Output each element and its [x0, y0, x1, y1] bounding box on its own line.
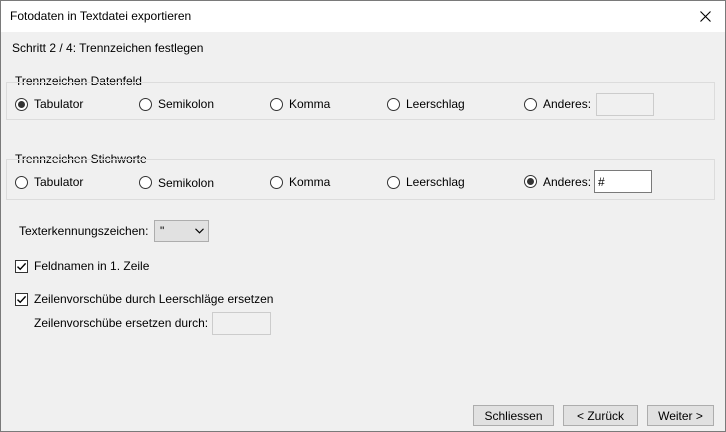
text-qualifier-label: Texterkennungszeichen:	[19, 224, 149, 238]
close-icon	[699, 11, 711, 22]
replace-line-breaks-checkbox[interactable]	[15, 293, 28, 306]
field-separator-other-input[interactable]	[596, 93, 654, 116]
keyword-separator-leerschlag-radio[interactable]	[387, 176, 400, 189]
step-label: Schritt 2 / 4: Trennzeichen festlegen	[12, 41, 204, 55]
field-separator-semikolon-radio[interactable]	[139, 98, 152, 111]
keyword-separator-leerschlag-label[interactable]: Leerschlag	[406, 175, 465, 189]
field-names-checkbox[interactable]	[15, 260, 28, 273]
export-dialog: Fotodaten in Textdatei exportieren Schri…	[0, 0, 726, 432]
dialog-content: Schritt 2 / 4: Trennzeichen festlegen Tr…	[1, 32, 725, 431]
text-qualifier-dropdown[interactable]: "	[154, 220, 209, 242]
keyword-separator-komma-label[interactable]: Komma	[289, 175, 330, 189]
field-separator-tabulator-radio[interactable]	[15, 98, 28, 111]
keyword-separator-semikolon-radio[interactable]	[139, 176, 152, 189]
replace-with-label: Zeilenvorschübe ersetzen durch:	[34, 316, 209, 330]
text-qualifier-value: "	[160, 224, 165, 238]
keyword-separator-anderes-radio[interactable]	[524, 175, 537, 188]
field-separator-leerschlag-label[interactable]: Leerschlag	[406, 97, 465, 111]
close-button[interactable]: Schliessen	[473, 405, 554, 426]
keyword-separator-tabulator-radio[interactable]	[15, 176, 28, 189]
field-separator-komma-radio[interactable]	[270, 98, 283, 111]
field-separator-komma-label[interactable]: Komma	[289, 97, 330, 111]
keyword-separator-komma-radio[interactable]	[270, 176, 283, 189]
replace-line-breaks-label[interactable]: Zeilenvorschübe durch Leerschläge ersetz…	[34, 292, 273, 306]
close-window-button[interactable]	[685, 1, 725, 32]
keyword-separator-anderes-label[interactable]: Anderes:	[543, 175, 591, 189]
keyword-separator-semikolon-label[interactable]: Semikolon	[158, 176, 214, 190]
keyword-separator-other-input[interactable]	[594, 170, 652, 193]
field-separator-anderes-radio[interactable]	[524, 98, 537, 111]
replace-with-input[interactable]	[212, 312, 271, 335]
chevron-down-icon	[195, 228, 204, 234]
field-separator-tabulator-label[interactable]: Tabulator	[34, 97, 83, 111]
next-button[interactable]: Weiter >	[647, 405, 714, 426]
checkmark-icon	[17, 295, 27, 304]
back-button[interactable]: < Zurück	[563, 405, 638, 426]
field-separator-anderes-label[interactable]: Anderes:	[543, 97, 591, 111]
field-separator-semikolon-label[interactable]: Semikolon	[158, 97, 214, 111]
field-names-label[interactable]: Feldnamen in 1. Zeile	[34, 259, 149, 273]
window-title: Fotodaten in Textdatei exportieren	[10, 9, 192, 23]
keyword-separator-tabulator-label[interactable]: Tabulator	[34, 175, 83, 189]
field-separator-leerschlag-radio[interactable]	[387, 98, 400, 111]
title-bar: Fotodaten in Textdatei exportieren	[1, 1, 725, 32]
checkmark-icon	[17, 262, 27, 271]
